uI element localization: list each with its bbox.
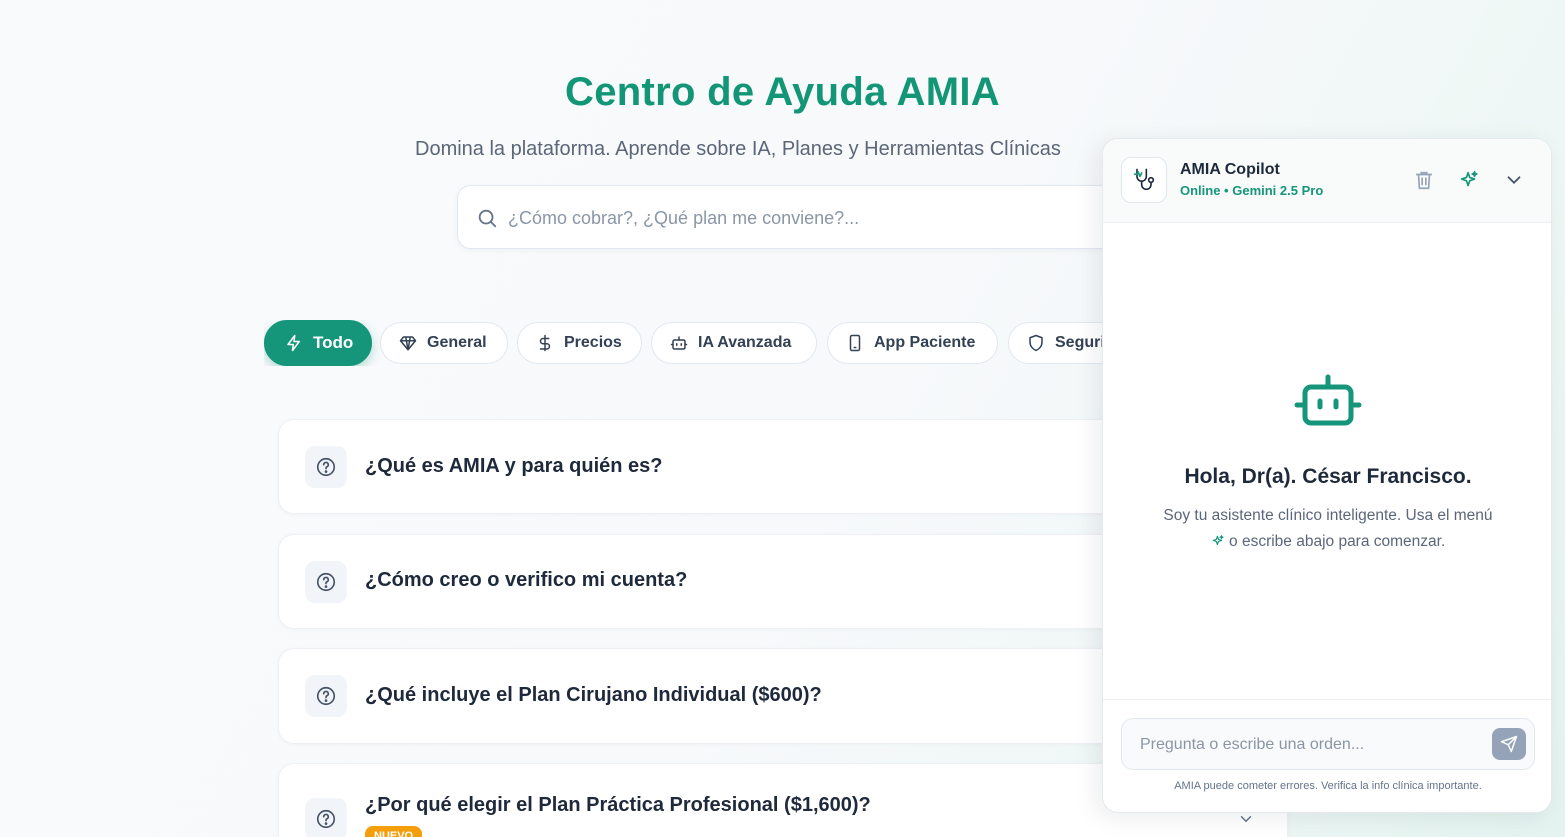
copilot-header: AMIA Copilot Online • Gemini 2.5 Pro (1103, 139, 1551, 223)
category-chip-label: App Paciente (874, 334, 976, 351)
search-box[interactable] (457, 185, 1117, 249)
faq-question: ¿Qué incluye el Plan Cirujano Individual… (365, 684, 822, 706)
category-chip-seguridad[interactable]: Seguridad (1008, 322, 1109, 364)
category-chip-app-paciente[interactable]: App Paciente (827, 322, 998, 364)
diamond-icon (399, 336, 417, 351)
chat-input-box[interactable] (1121, 718, 1535, 770)
stethoscope-icon (1133, 168, 1155, 191)
faq-question: ¿Qué es AMIA y para quién es? (365, 455, 663, 477)
clear-chat-button[interactable] (1411, 167, 1437, 193)
intro-text-start: Soy tu asistente clínico inteligente. Us… (1163, 507, 1493, 524)
copilot-panel: AMIA Copilot Online • Gemini 2.5 Pro Hol… (1102, 138, 1552, 813)
new-badge: NUEVO (365, 826, 423, 837)
robot-icon (670, 336, 688, 350)
faq-question: ¿Cómo creo o verifico mi cuenta? (365, 569, 688, 591)
category-chip-label: Precios (564, 334, 622, 351)
search-input[interactable] (508, 200, 1068, 236)
smartphone-icon (849, 334, 861, 352)
chevron-down-icon (1507, 176, 1521, 185)
send-icon (1500, 735, 1518, 753)
copilot-footer: AMIA puede cometer errores. Verifica la … (1103, 699, 1551, 812)
robot-icon (1294, 374, 1362, 426)
question-icon (305, 446, 347, 488)
chat-input[interactable] (1140, 729, 1480, 761)
category-chip-ia-avanzada[interactable]: IA Avanzada (651, 322, 817, 364)
copilot-disclaimer: AMIA puede cometer errores. Verifica la … (1174, 780, 1482, 792)
category-chip-label: Seguridad (1055, 334, 1109, 351)
category-filter-bar: Todo General Precios IA Avanzada App Pac… (264, 320, 1109, 366)
category-chip-precios[interactable]: Precios (517, 322, 642, 364)
sparkles-icon (1212, 535, 1224, 546)
copilot-greeting: Hola, Dr(a). César Francisco. (1184, 465, 1472, 488)
question-icon (305, 561, 347, 603)
category-chip-label: Todo (313, 333, 354, 352)
dollar-icon (539, 334, 551, 352)
intro-text-end: o escribe abajo para comenzar. (1229, 533, 1446, 550)
lightning-icon (287, 334, 300, 352)
category-chip-label: General (427, 334, 487, 351)
send-button[interactable] (1492, 728, 1526, 760)
sparkles-icon (1460, 170, 1478, 187)
trash-icon (1415, 171, 1433, 190)
category-chip-general[interactable]: General (380, 322, 508, 364)
shield-icon (1029, 334, 1043, 352)
faq-question: ¿Por qué elegir el Plan Práctica Profesi… (365, 794, 871, 816)
copilot-status: Online • Gemini 2.5 Pro (1180, 183, 1324, 198)
page-title: Centro de Ayuda AMIA (565, 70, 1000, 114)
copilot-title: AMIA Copilot (1180, 161, 1280, 178)
copilot-avatar (1121, 157, 1167, 203)
search-icon (478, 209, 497, 228)
collapse-panel-button[interactable] (1501, 167, 1527, 193)
category-chip-label: IA Avanzada (698, 334, 792, 351)
category-chip-todo[interactable]: Todo (264, 320, 372, 366)
page-subtitle: Domina la plataforma. Aprende sobre IA, … (415, 138, 1061, 160)
copilot-intro: Soy tu asistente clínico inteligente. Us… (1158, 503, 1498, 555)
question-icon (305, 675, 347, 717)
question-icon (305, 798, 347, 837)
quick-actions-button[interactable] (1456, 167, 1482, 193)
